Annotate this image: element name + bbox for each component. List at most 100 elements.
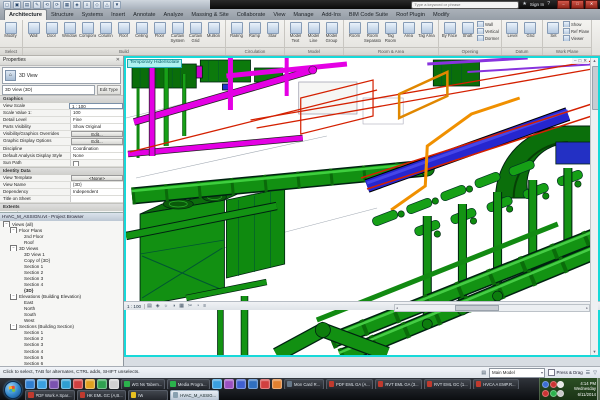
tree-expander-icon[interactable] xyxy=(17,288,22,293)
taskbar-pinned-icon[interactable] xyxy=(248,379,258,389)
view-control-icon[interactable]: ☼ xyxy=(162,302,171,310)
qat-icon[interactable]: ◇ xyxy=(93,1,101,9)
ribbon-button[interactable]: Wall xyxy=(25,21,42,47)
tree-expander-icon[interactable] xyxy=(17,349,22,354)
ribbon-button[interactable]: Roof xyxy=(115,21,132,47)
worksets-icon[interactable]: ▤ xyxy=(481,370,486,376)
signin-menu[interactable]: Sign In xyxy=(530,2,544,7)
tree-expander-icon[interactable] xyxy=(17,240,22,245)
ribbon-button[interactable]: Dormer xyxy=(477,35,499,41)
ribbon-button[interactable]: Component xyxy=(79,21,96,47)
ribbon-tab[interactable]: Modify xyxy=(429,10,453,20)
ribbon-button[interactable]: Model Group xyxy=(323,21,340,47)
ribbon-tab[interactable]: Add-Ins xyxy=(318,10,345,20)
ribbon-tab[interactable]: View xyxy=(269,10,289,20)
qat-icon[interactable]: ▤ xyxy=(23,1,31,9)
view-control-icon[interactable]: ✂ xyxy=(186,302,194,310)
qat-icon[interactable]: ✎ xyxy=(33,1,41,9)
tree-expander-icon[interactable]: − xyxy=(10,245,17,251)
property-row[interactable]: View Name {3D} xyxy=(0,182,123,189)
tree-expander-icon[interactable] xyxy=(17,312,22,317)
taskbar-pinned-icon[interactable] xyxy=(37,379,47,389)
taskbar-window-button[interactable]: PDF EML GA (A... xyxy=(326,379,373,389)
scrollbar-thumb[interactable] xyxy=(592,66,599,110)
ribbon-tab[interactable]: BIM Code Suite xyxy=(345,10,392,20)
ribbon-button[interactable]: Railing xyxy=(228,21,245,47)
close-icon[interactable]: ✕ xyxy=(116,56,123,65)
view-control-icon[interactable]: ◔ xyxy=(194,302,201,310)
ribbon-button[interactable]: Viewer xyxy=(563,35,589,41)
ribbon-button[interactable]: Ceiling xyxy=(133,21,150,47)
tray-icon[interactable] xyxy=(550,390,557,397)
ribbon-button[interactable]: Window xyxy=(61,21,78,47)
ribbon-button[interactable]: Room xyxy=(346,21,363,47)
property-row[interactable]: Scale Value 1: 100 xyxy=(0,110,123,117)
tree-expander-icon[interactable] xyxy=(17,270,22,275)
taskbar-pinned-icon[interactable] xyxy=(212,379,222,389)
taskbar-window-button[interactable]: HVCA A EMP.R... xyxy=(473,379,519,389)
tree-expander-icon[interactable]: − xyxy=(10,227,17,233)
tree-expander-icon[interactable] xyxy=(17,234,22,239)
filter-icon[interactable]: ▽ xyxy=(593,370,597,376)
viewport-horizontal-scrollbar[interactable]: ◂ ▸ xyxy=(394,304,590,312)
taskbar-window-button[interactable]: HVAC_M_ASSIG... xyxy=(170,390,219,400)
qat-icon[interactable]: ⟳ xyxy=(53,1,61,9)
view-restore-icon[interactable]: □ xyxy=(579,58,582,64)
taskbar-pinned-icon[interactable] xyxy=(109,379,119,389)
ribbon-button[interactable]: Model Line xyxy=(305,21,322,47)
taskbar-window-button[interactable]: Mon Card R... xyxy=(284,379,324,389)
edit-type-button[interactable]: Edit Type xyxy=(97,85,121,95)
tree-expander-icon[interactable] xyxy=(17,306,22,311)
ribbon-tab[interactable]: Systems xyxy=(78,10,107,20)
ribbon-button[interactable]: Tag Area xyxy=(418,21,435,47)
ribbon-button[interactable]: Modify xyxy=(2,21,19,47)
checkbox[interactable] xyxy=(548,369,555,376)
tree-expander-icon[interactable] xyxy=(17,318,22,323)
taskbar-window-button[interactable]: Media Progra... xyxy=(167,379,209,389)
temporary-hide-isolate-badge[interactable]: Temporary Hide/Isolate xyxy=(127,59,182,68)
view-control-icon[interactable]: ≡ xyxy=(201,302,208,310)
taskbar-pinned-icon[interactable] xyxy=(272,379,282,389)
tree-expander-icon[interactable] xyxy=(17,258,22,263)
view-control-icon[interactable]: ▤ xyxy=(145,302,154,310)
tree-expander-icon[interactable]: − xyxy=(10,324,17,330)
help-icon[interactable]: ? xyxy=(547,0,550,9)
tray-icon[interactable] xyxy=(542,381,549,388)
tree-expander-icon[interactable] xyxy=(17,355,22,360)
ribbon-button[interactable]: Set xyxy=(545,21,562,47)
ribbon-button[interactable]: Room Separator xyxy=(364,21,381,47)
tree-expander-icon[interactable] xyxy=(17,300,22,305)
design-options-select[interactable]: Main Model ▾ xyxy=(489,368,545,378)
taskbar-pinned-icon[interactable] xyxy=(224,379,234,389)
selection-filter-icon[interactable]: ☰ xyxy=(586,370,590,376)
qat-icon[interactable]: ◈ xyxy=(73,1,81,9)
ribbon-button[interactable]: Level xyxy=(504,21,521,47)
ribbon-button[interactable]: Mullion xyxy=(205,21,222,47)
view-close-icon[interactable]: ✕ xyxy=(583,58,587,64)
ribbon-button[interactable]: Grid xyxy=(522,21,539,47)
property-row[interactable]: Default Analysis Display Style None xyxy=(0,153,123,160)
taskbar-pinned-icon[interactable] xyxy=(260,379,270,389)
taskbar-window-button[interactable]: HK EML GC (A,B... xyxy=(77,390,126,400)
ribbon-button[interactable]: Model Text xyxy=(287,21,304,47)
tree-expander-icon[interactable] xyxy=(17,342,22,347)
scroll-up-icon[interactable]: ▲ xyxy=(591,58,598,64)
property-row[interactable]: Title on Sheet xyxy=(0,196,123,203)
tree-expander-icon[interactable] xyxy=(17,361,22,366)
ribbon-button[interactable]: Stair xyxy=(264,21,281,47)
property-row[interactable]: Visibility/Graphics Overrides Edit... xyxy=(0,131,123,138)
property-row[interactable]: Dependency Independent xyxy=(0,189,123,196)
ribbon-tab[interactable]: Analyze xyxy=(160,10,188,20)
tray-icon[interactable] xyxy=(557,390,564,397)
close-button[interactable]: ✕ xyxy=(585,0,598,9)
taskbar-pinned-icon[interactable] xyxy=(97,379,107,389)
type-selector[interactable]: ⌂ 3D View xyxy=(2,67,121,84)
qat-icon[interactable]: ▣ xyxy=(13,1,21,9)
property-row[interactable]: View Scale 1 : 100 xyxy=(0,103,123,110)
tree-expander-icon[interactable] xyxy=(17,264,22,269)
ribbon-button[interactable]: Curtain Grid xyxy=(187,21,204,47)
press-drag-toggle[interactable]: Press & Drag xyxy=(548,369,583,376)
favorites-star-icon[interactable]: ★ xyxy=(522,0,526,9)
view-scale-button[interactable]: 1 : 100 xyxy=(124,304,145,309)
ribbon-tab[interactable]: Annotate xyxy=(129,10,159,20)
